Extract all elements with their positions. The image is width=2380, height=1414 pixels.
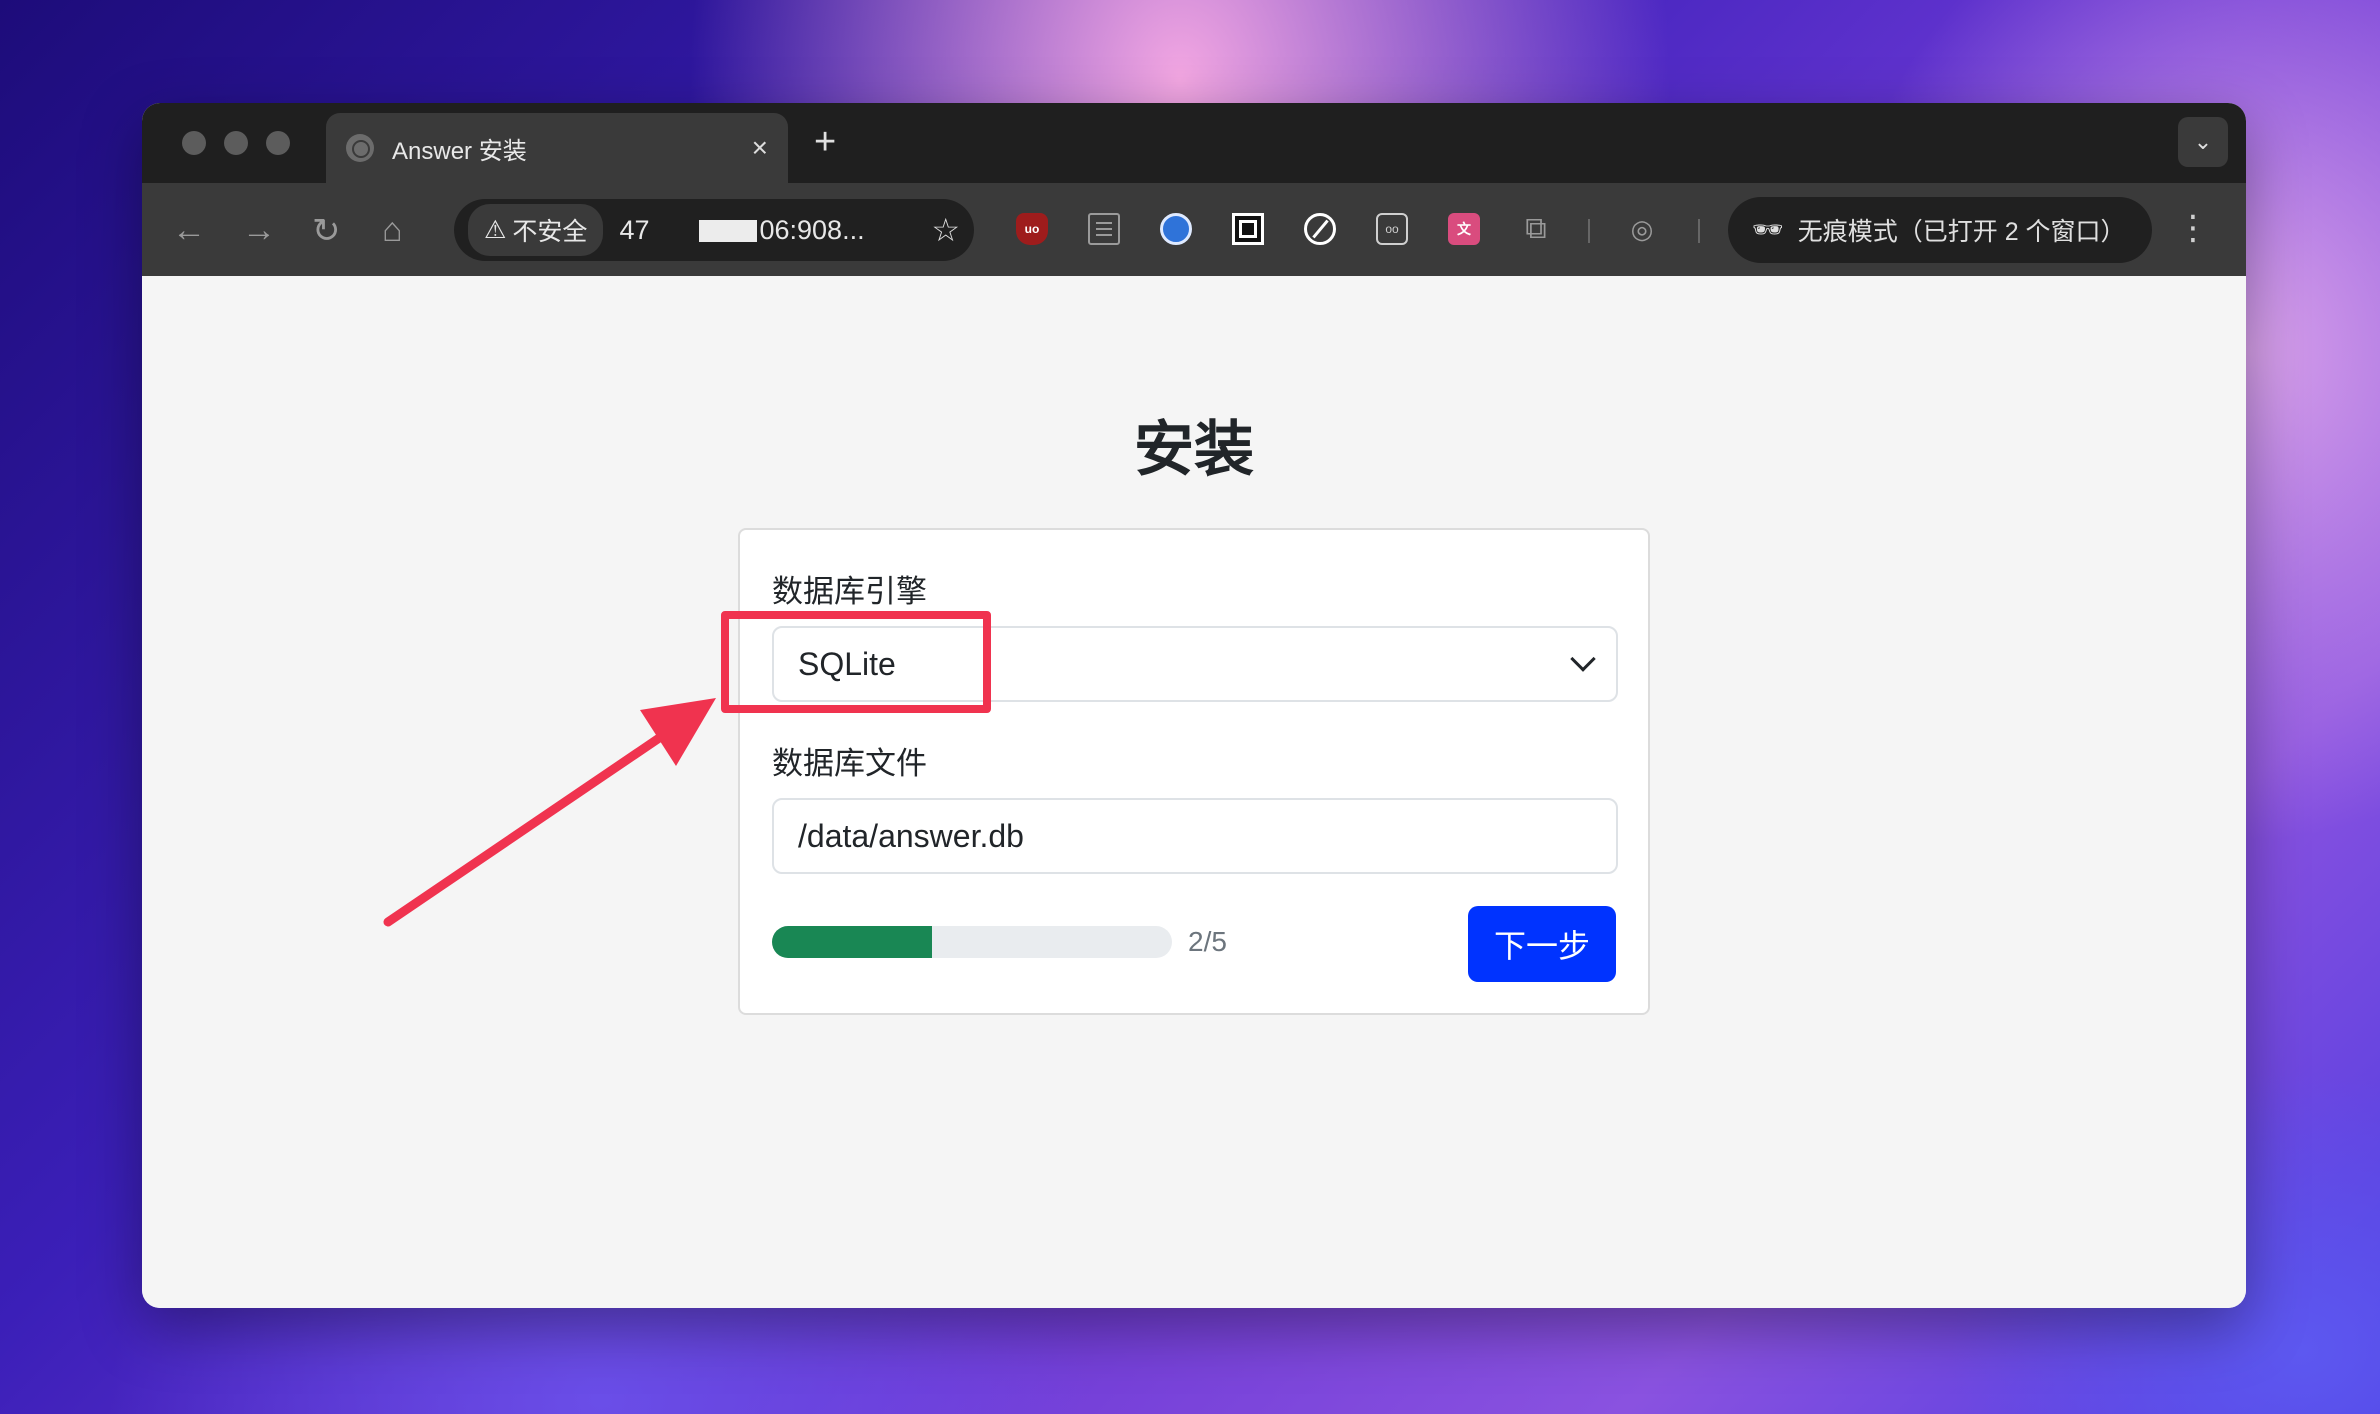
browser-menu-icon[interactable]: ⋮ xyxy=(2176,211,2210,245)
minimize-window-button[interactable] xyxy=(224,131,248,155)
next-step-button[interactable]: 下一步 xyxy=(1468,906,1616,982)
install-form-card: 数据库引擎 SQLite 数据库文件 2/5 下一步 xyxy=(738,528,1650,1015)
browser-tab[interactable]: Answer 安装 × xyxy=(326,113,788,183)
toolbar-separator xyxy=(1588,219,1590,243)
url-prefix: 47 xyxy=(619,214,650,245)
back-button[interactable]: ← xyxy=(172,211,206,250)
forward-button[interactable]: → xyxy=(242,211,276,250)
address-bar[interactable]: ⚠ 不安全 47 06:908... ☆ xyxy=(454,199,974,261)
blocker-extension-icon[interactable] xyxy=(1304,213,1336,245)
reload-button[interactable]: ↻ xyxy=(312,211,341,251)
window-controls xyxy=(182,131,290,155)
incognito-icon: 🕶 xyxy=(1752,215,1784,244)
tab-title: Answer 安装 xyxy=(392,137,527,165)
extensions-puzzle-icon[interactable]: ⧉ xyxy=(1520,212,1552,245)
chevron-down-icon xyxy=(1570,646,1596,672)
db-engine-label: 数据库引擎 xyxy=(772,574,927,609)
home-button[interactable]: ⌂ xyxy=(382,211,403,250)
screenshot-camera-icon[interactable]: ◎ xyxy=(1626,213,1658,245)
tab-close-icon[interactable]: × xyxy=(752,132,768,164)
translate-extension-icon[interactable]: 文 xyxy=(1448,213,1480,245)
progress-step-text: 2/5 xyxy=(1188,926,1227,957)
password-manager-extension-icon[interactable] xyxy=(1160,213,1192,245)
bookmark-star-icon[interactable]: ☆ xyxy=(931,211,960,249)
install-progress-bar xyxy=(772,926,1172,958)
browser-toolbar: ← → ↻ ⌂ ⚠ 不安全 47 06:908... ☆ uo oo 文 ⧉ ◎ … xyxy=(142,183,2246,276)
incognito-label: 无痕模式（已打开 2 个窗口） xyxy=(1797,218,2126,246)
url-suffix: 06:908... xyxy=(759,214,865,245)
annotation-highlight-box xyxy=(721,611,991,713)
browser-titlebar: Answer 安装 × + ⌄ xyxy=(142,103,2246,183)
square-extension-icon[interactable] xyxy=(1232,213,1264,245)
page-title: 安装 xyxy=(1134,416,1254,483)
close-window-button[interactable] xyxy=(182,131,206,155)
reader-extension-icon[interactable] xyxy=(1088,213,1120,245)
ublock-extension-icon[interactable]: uo xyxy=(1016,213,1048,245)
glasses-extension-icon[interactable]: oo xyxy=(1376,213,1408,245)
db-file-label: 数据库文件 xyxy=(772,746,927,781)
security-chip-label: 不安全 xyxy=(512,218,588,246)
tab-search-button[interactable]: ⌄ xyxy=(2178,117,2228,167)
install-progress-fill xyxy=(772,926,932,958)
toolbar-separator xyxy=(1698,219,1700,243)
browser-window: Answer 安装 × + ⌄ ← → ↻ ⌂ ⚠ 不安全 47 06:908..… xyxy=(142,103,2246,1308)
url-text[interactable]: 47 06:908... xyxy=(619,215,931,246)
db-file-input[interactable] xyxy=(772,798,1618,874)
redacted-block xyxy=(699,220,758,243)
incognito-chip[interactable]: 🕶 无痕模式（已打开 2 个窗口） xyxy=(1728,197,2152,263)
globe-icon xyxy=(346,134,374,162)
warning-icon: ⚠ xyxy=(484,216,507,244)
chevron-down-icon: ⌄ xyxy=(2193,129,2213,154)
new-tab-button[interactable]: + xyxy=(814,121,836,164)
security-chip[interactable]: ⚠ 不安全 xyxy=(468,204,604,256)
maximize-window-button[interactable] xyxy=(266,131,290,155)
page-content: 安装 数据库引擎 SQLite 数据库文件 2/5 下一步 xyxy=(142,276,2246,1308)
